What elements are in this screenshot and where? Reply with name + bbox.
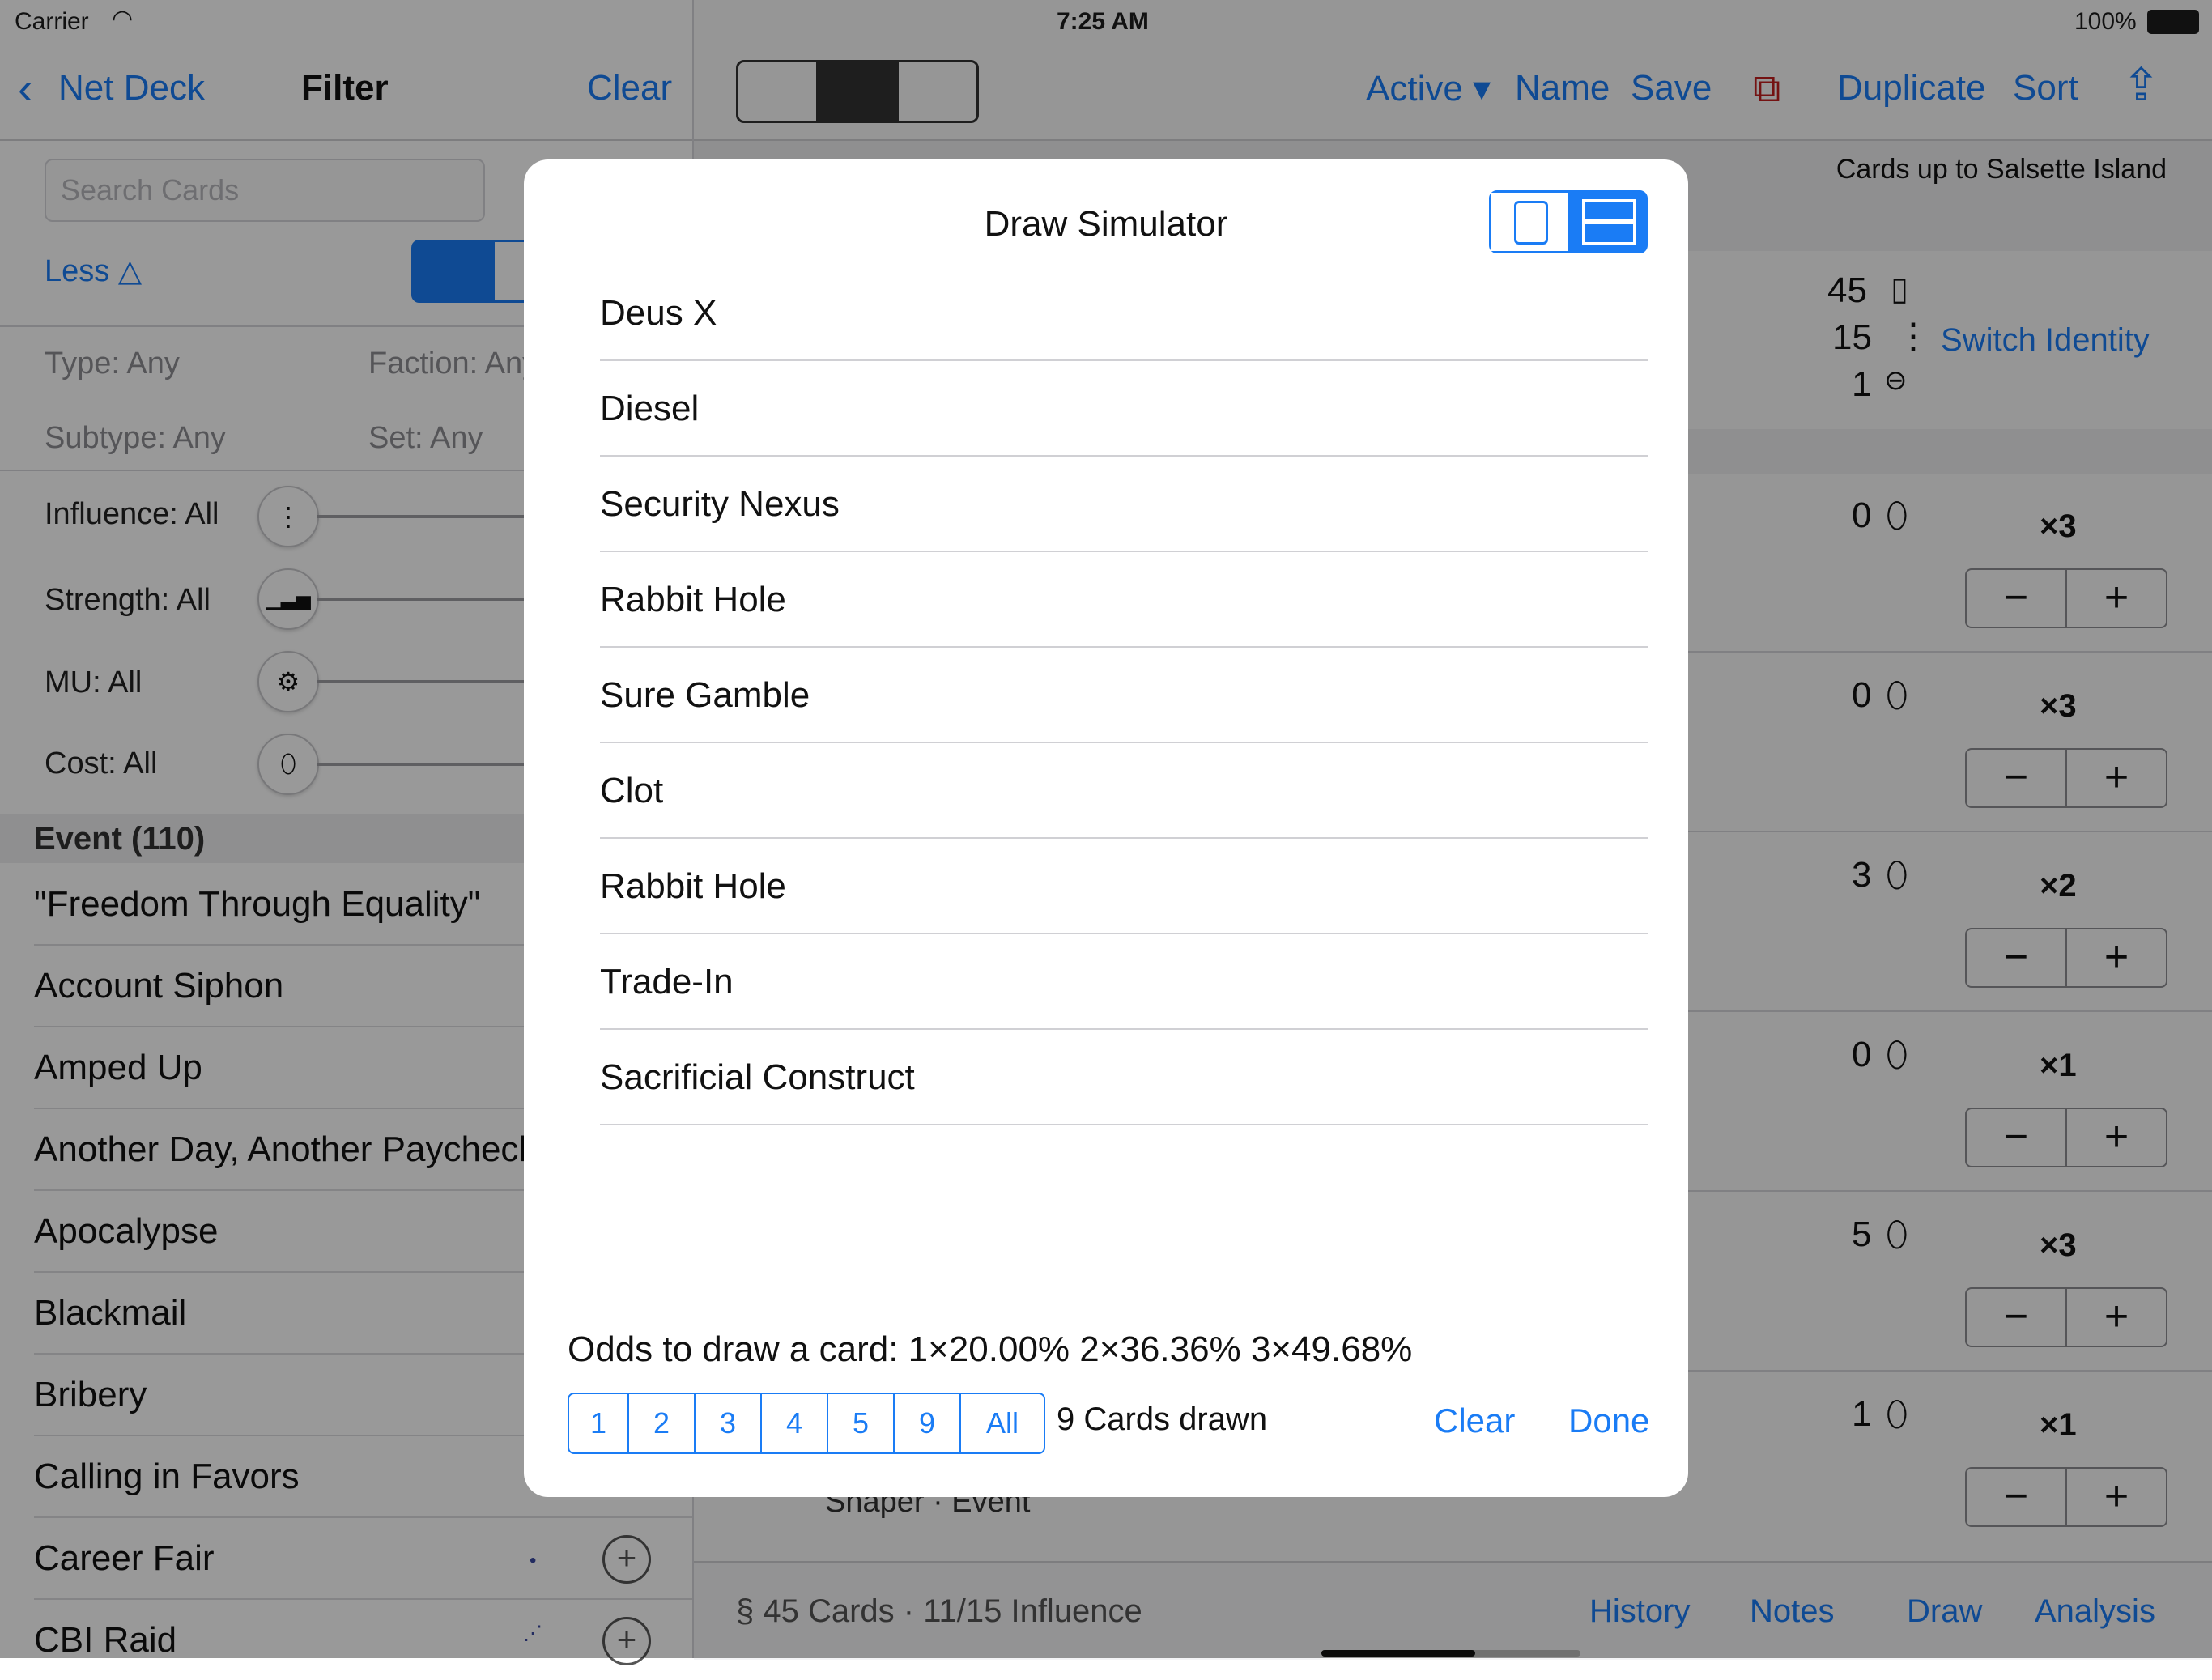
draw-1-button[interactable]: 1 — [569, 1394, 629, 1452]
draw-clear-button[interactable]: Clear — [1434, 1401, 1515, 1440]
drawn-card-row[interactable]: Sacrificial Construct — [600, 1030, 1648, 1125]
time-label: 7:25 AM — [1057, 8, 1149, 35]
drawn-card-row[interactable]: Clot — [600, 743, 1648, 839]
drawn-card-row[interactable]: Diesel — [600, 361, 1648, 457]
draw-odds: Odds to draw a card: 1×20.00% 2×36.36% 3… — [568, 1329, 1413, 1369]
drawn-card-row[interactable]: Rabbit Hole — [600, 552, 1648, 648]
drawn-card-row[interactable]: Sure Gamble — [600, 648, 1648, 743]
drawn-card-name: Rabbit Hole — [600, 866, 786, 906]
draw-4-button[interactable]: 4 — [762, 1394, 828, 1452]
done-button[interactable]: Done — [1568, 1401, 1649, 1440]
drawn-card-name: Security Nexus — [600, 484, 840, 524]
cards-drawn-count: 9 Cards drawn — [1057, 1401, 1268, 1437]
single-card-view-icon[interactable] — [1491, 193, 1571, 251]
wifi-icon: ◠ — [112, 6, 134, 32]
battery-icon — [2147, 10, 2199, 34]
battery-label: 100% — [2074, 8, 2137, 35]
draw-count-buttons: 1 2 3 4 5 9 All — [568, 1393, 1045, 1454]
draw-9-button[interactable]: 9 — [895, 1394, 961, 1452]
draw-3-button[interactable]: 3 — [696, 1394, 762, 1452]
drawn-card-name: Diesel — [600, 389, 700, 428]
two-row-view-icon[interactable] — [1571, 193, 1645, 251]
drawn-card-row[interactable]: Rabbit Hole — [600, 839, 1648, 934]
draw-5-button[interactable]: 5 — [828, 1394, 895, 1452]
drawn-card-name: Sacrificial Construct — [600, 1057, 915, 1097]
draw-2-button[interactable]: 2 — [629, 1394, 696, 1452]
carrier-label: Carrier — [15, 8, 89, 35]
drawn-card-name: Clot — [600, 771, 664, 810]
drawn-card-name: Deus X — [600, 293, 717, 333]
drawn-card-row[interactable]: Deus X — [600, 266, 1648, 361]
draw-all-button[interactable]: All — [961, 1394, 1044, 1452]
drawn-card-name: Trade-In — [600, 962, 734, 1002]
draw-simulator-dialog: Draw Simulator Deus X Diesel Security Ne… — [524, 159, 1688, 1497]
drawn-card-name: Sure Gamble — [600, 675, 810, 715]
drawn-card-row[interactable]: Trade-In — [600, 934, 1648, 1030]
status-bar: Carrier ◠ 7:25 AM 100% — [0, 0, 2212, 42]
drawn-card-row[interactable]: Security Nexus — [600, 457, 1648, 552]
drawn-card-name: Rabbit Hole — [600, 580, 786, 619]
draw-view-toggle[interactable] — [1489, 190, 1648, 253]
